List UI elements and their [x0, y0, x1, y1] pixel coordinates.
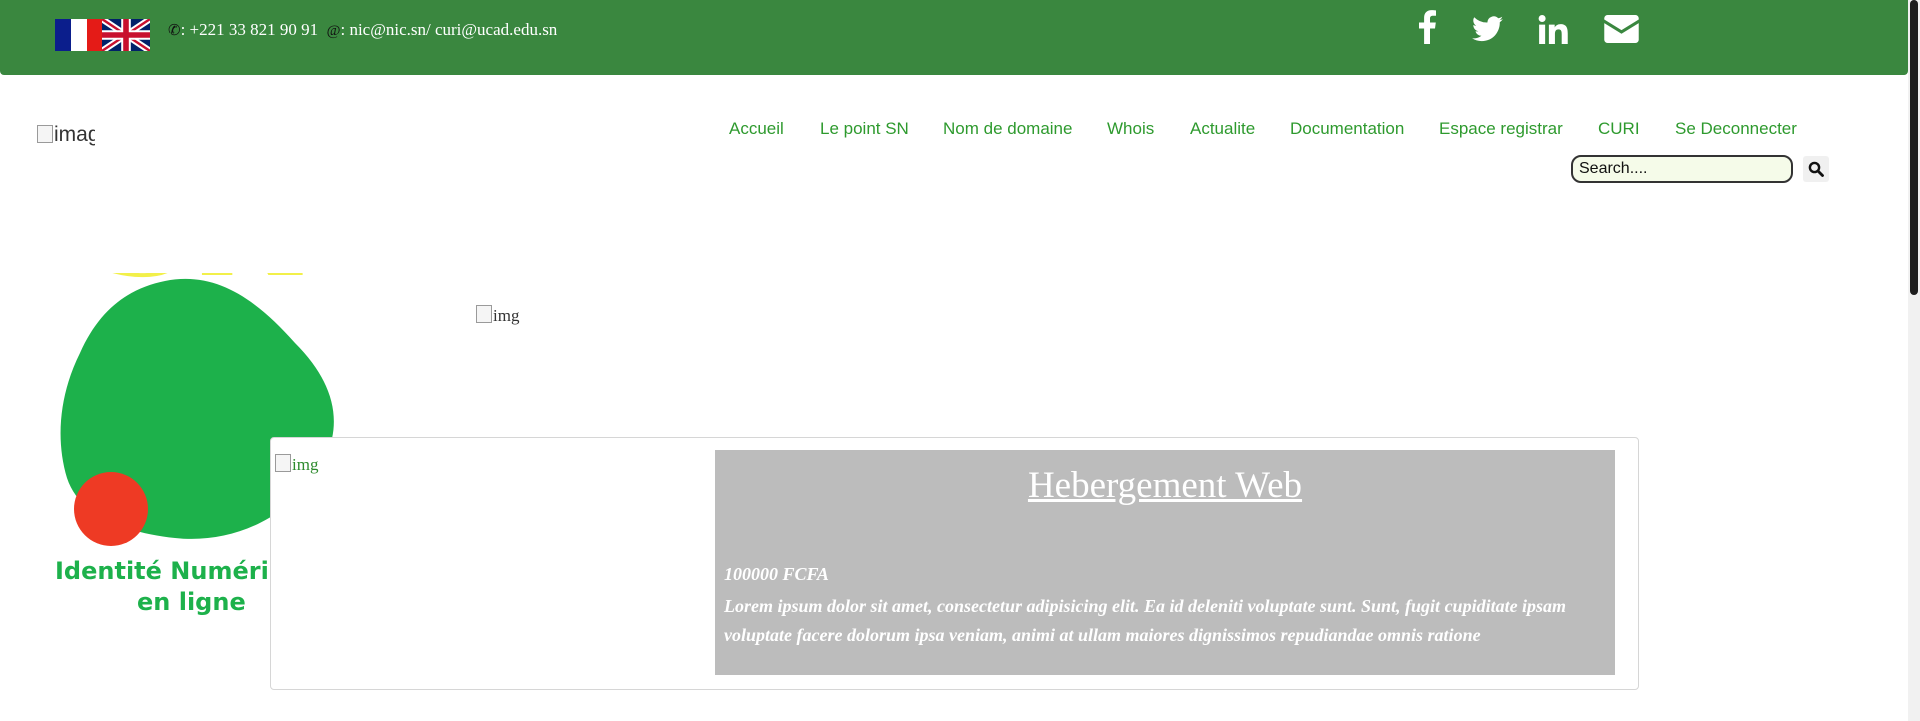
at-icon: @: [326, 23, 341, 39]
page-scrollbar[interactable]: [1908, 0, 1920, 721]
scrollbar-thumb[interactable]: [1910, 0, 1918, 295]
uk-flag-icon[interactable]: [102, 19, 150, 51]
email-address: : nic@nic.sn/ curi@ucad.edu.sn: [340, 20, 558, 39]
nav-espace-registrar[interactable]: Espace registrar: [1439, 119, 1563, 139]
envelope-icon[interactable]: [1604, 15, 1639, 43]
sn-letters: SN: [90, 273, 308, 308]
phone-icon: ✆: [168, 23, 181, 39]
facebook-icon[interactable]: [1418, 10, 1436, 44]
french-flag-icon[interactable]: [55, 19, 103, 51]
phone-number: : +221 33 821 90 91: [180, 20, 319, 39]
search-input[interactable]: Search....: [1571, 155, 1793, 183]
nav-se-deconnecter[interactable]: Se Deconnecter: [1675, 119, 1797, 139]
top-bar: ✆: +221 33 821 90 91 @: nic@nic.sn/ curi…: [0, 0, 1908, 75]
card-image[interactable]: img: [275, 454, 318, 475]
nav-whois[interactable]: Whois: [1107, 119, 1154, 139]
twitter-icon[interactable]: [1472, 16, 1503, 42]
nav-accueil[interactable]: Accueil: [729, 119, 784, 139]
card-title[interactable]: Hebergement Web: [715, 464, 1615, 507]
logo-tagline-line2: en ligne: [137, 588, 246, 616]
banner-image: img: [476, 305, 519, 326]
card-description: Lorem ipsum dolor sit amet, consectetur …: [724, 596, 1567, 645]
broken-image-icon: [275, 454, 291, 472]
card-info-panel: Hebergement Web 100000 FCFA Lorem ipsum …: [715, 450, 1615, 675]
service-card: img Hebergement Web 100000 FCFA Lorem ip…: [270, 437, 1639, 690]
broken-image-icon: [476, 305, 492, 323]
nav-le-point-sn[interactable]: Le point SN: [820, 119, 909, 139]
search-icon: [1808, 161, 1824, 177]
logo-tagline-line1: Identité Numéri: [55, 557, 269, 585]
nav-actualite[interactable]: Actualite: [1190, 119, 1255, 139]
search-button[interactable]: [1803, 156, 1829, 182]
nav-nom-de-domaine[interactable]: Nom de domaine: [943, 119, 1072, 139]
card-price: 100000 FCFA: [724, 564, 829, 584]
nav-documentation[interactable]: Documentation: [1290, 119, 1404, 139]
nav-curi[interactable]: CURI: [1598, 119, 1640, 139]
contact-info: ✆: +221 33 821 90 91 @: nic@nic.sn/ curi…: [168, 20, 557, 40]
linkedin-icon[interactable]: [1538, 15, 1568, 44]
main-nav: Accueil Le point SN Nom de domaine Whois…: [0, 119, 1920, 143]
